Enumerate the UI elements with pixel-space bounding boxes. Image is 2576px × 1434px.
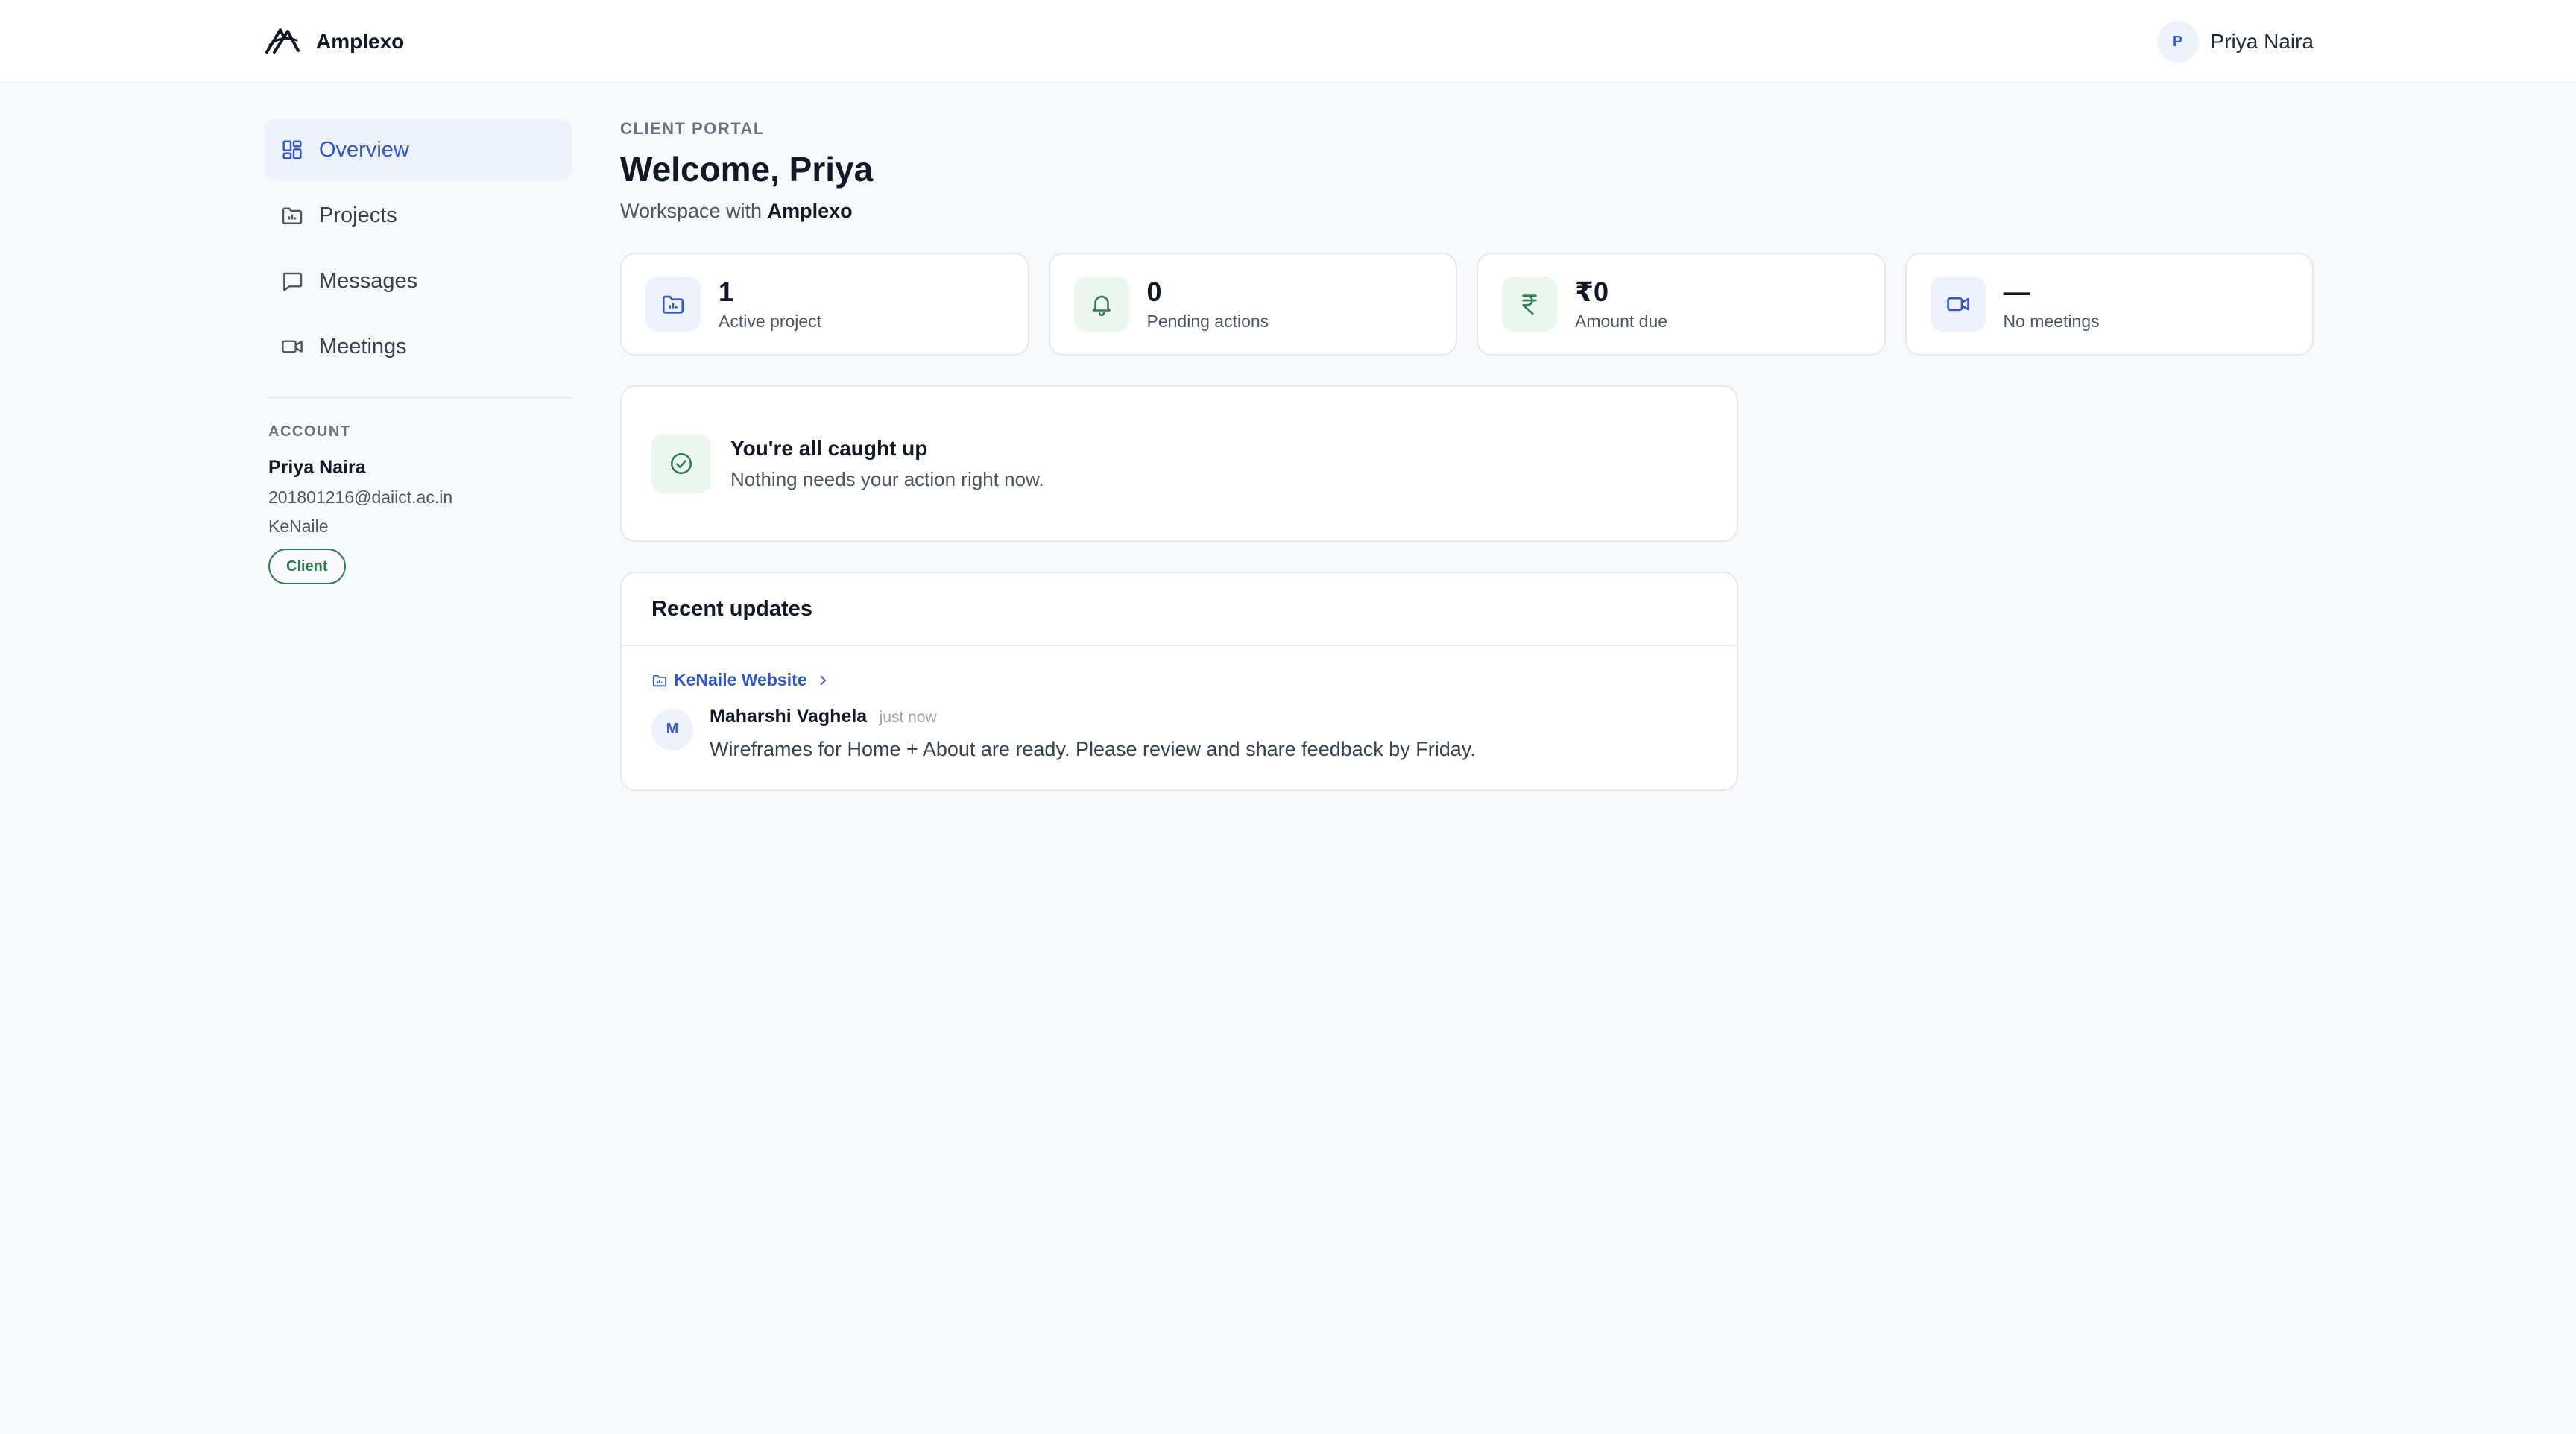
sidebar-item-overview[interactable]: Overview [264, 119, 572, 180]
update-timestamp: just now [879, 708, 937, 726]
grid-icon [282, 140, 302, 159]
update-item: KeNaile Website M Maharshi Vaghela just … [622, 646, 1737, 761]
brand-name: Amplexo [316, 30, 405, 53]
account-email: 201801216@daiict.ac.in [268, 487, 453, 507]
stat-text: — No meetings [2004, 277, 2100, 332]
stat-value: 1 [719, 276, 734, 307]
stat-label: Amount due [1575, 311, 1668, 331]
brand[interactable]: Amplexo [265, 25, 404, 58]
stat-card-meetings[interactable]: — No meetings [1904, 253, 2314, 356]
stat-text: ₹0 Amount due [1575, 277, 1667, 332]
sidebar-item-projects[interactable]: Projects [264, 185, 572, 246]
caught-up-card: You're all caught up Nothing needs your … [620, 385, 1738, 542]
sidebar-item-label: Overview [319, 137, 409, 162]
stat-icon-box [1502, 277, 1557, 332]
main-content: CLIENT PORTAL Welcome, Priya Workspace w… [620, 119, 2314, 791]
avatar: P [2156, 21, 2199, 63]
project-link[interactable]: KeNaile Website [651, 670, 830, 690]
sidebar-item-label: Meetings [319, 334, 407, 358]
role-badge: Client [268, 549, 346, 584]
sidebar-item-meetings[interactable]: Meetings [264, 316, 572, 377]
author-avatar: M [651, 708, 693, 751]
stat-card-amount-due[interactable]: ₹0 Amount due [1477, 253, 1886, 356]
update-author: Maharshi Vaghela [710, 705, 868, 727]
sidebar-item-label: Messages [319, 268, 418, 293]
sidebar-divider [267, 397, 572, 398]
message-icon [283, 272, 303, 291]
stat-value: 0 [1146, 276, 1162, 307]
update-content: Maharshi Vaghela just now Wireframes for… [710, 706, 1476, 761]
update-message: Wireframes for Home + About are ready. P… [710, 737, 1476, 760]
user-name: Priya Naira [2210, 30, 2314, 53]
logo-icon [265, 25, 300, 59]
recent-updates-card: Recent updates KeNaile Website M Maharsh… [620, 572, 1738, 791]
sidebar-item-label: Projects [319, 203, 397, 227]
caught-up-text: You're all caught up Nothing needs your … [730, 437, 1044, 491]
recent-updates-title: Recent updates [622, 573, 1737, 646]
account-name: Priya Naira [268, 457, 366, 478]
stats-row: 1 Active project 0 Pending actions ₹0 Am… [620, 253, 2314, 356]
sidebar-item-messages[interactable]: Messages [264, 250, 572, 312]
bell-icon [1092, 295, 1111, 317]
stat-value: — [2003, 276, 2030, 307]
check-icon-box [651, 434, 711, 493]
stat-text: 0 Pending actions [1147, 277, 1269, 332]
rupee-icon [1522, 294, 1537, 315]
video-icon [1946, 297, 1969, 312]
caught-up-title: You're all caught up [730, 436, 928, 460]
chevron-right-icon [820, 675, 826, 685]
subtitle-prefix: Workspace with [620, 200, 763, 222]
stat-icon-box [1073, 277, 1129, 332]
sidebar: Overview Projects Messages Meetings ACCO… [264, 119, 572, 584]
stat-card-active-project[interactable]: 1 Active project [620, 253, 1029, 356]
stat-value: ₹0 [1575, 276, 1609, 307]
folder-icon [282, 207, 303, 224]
check-circle-icon [670, 452, 692, 475]
page-subtitle: Workspace with Amplexo [620, 200, 2314, 223]
page-title: Welcome, Priya [620, 150, 874, 189]
stat-label: No meetings [2003, 311, 2100, 331]
folder-icon [652, 675, 667, 686]
user-menu[interactable]: P Priya Naira [2156, 21, 2314, 63]
subtitle-workspace: Amplexo [767, 200, 853, 222]
stat-label: Active project [719, 311, 822, 331]
stat-icon-box [1930, 277, 1986, 332]
caught-up-subtitle: Nothing needs your action right now. [730, 467, 1044, 490]
stat-card-pending-actions[interactable]: 0 Pending actions [1048, 253, 1457, 356]
stat-text: 1 Active project [719, 277, 821, 332]
update-row: M Maharshi Vaghela just now Wireframes f… [651, 706, 1707, 761]
stat-icon-box [645, 277, 701, 332]
account-section-label: ACCOUNT [268, 423, 351, 440]
folder-icon [662, 295, 684, 314]
top-bar: Amplexo P Priya Naira [0, 0, 2576, 83]
page-eyebrow: CLIENT PORTAL [620, 119, 765, 138]
stat-label: Pending actions [1146, 311, 1269, 331]
video-icon [282, 340, 303, 353]
account-company: KeNaile [268, 517, 329, 536]
project-link-label: KeNaile Website [674, 670, 807, 689]
